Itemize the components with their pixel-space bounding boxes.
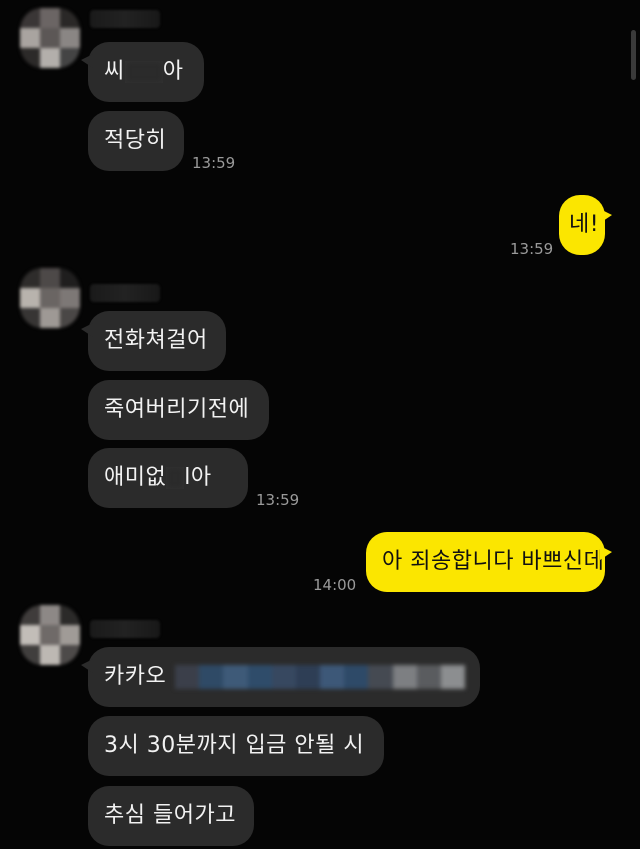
chat-area: 씨아 적당히 13:59 네! 13:59 전화쳐걸어 죽여버리기전에 애미없 l… [0, 0, 640, 849]
message-timestamp: 13:59 [510, 240, 554, 258]
sender-name-redacted [90, 284, 160, 302]
received-message[interactable]: 3시 30분까지 입금 안될 시 [88, 716, 384, 776]
scrollbar[interactable] [631, 30, 636, 80]
message-timestamp: 14:00 [313, 576, 357, 594]
received-message[interactable]: 애미없 l아 [88, 448, 248, 508]
received-message[interactable]: 전화쳐걸어 [81, 311, 226, 371]
received-message[interactable]: 추심 들어가고 [88, 786, 254, 846]
message-timestamp: 13:59 [192, 154, 236, 172]
message-timestamp: 13:59 [256, 491, 300, 509]
sent-message[interactable]: 네! [559, 195, 612, 255]
redaction-blur [124, 61, 163, 83]
sender-avatar[interactable] [20, 605, 80, 665]
redaction-blur [166, 467, 185, 489]
sent-message[interactable]: 아 죄송합니다 바쁘신데 [366, 532, 612, 592]
redaction-blur [175, 665, 466, 689]
sender-name-redacted [90, 10, 160, 28]
sender-avatar[interactable] [20, 8, 80, 68]
sender-avatar[interactable] [20, 268, 80, 328]
received-message[interactable]: 씨아 [81, 42, 204, 102]
received-message[interactable]: 죽여버리기전에 [88, 380, 269, 440]
received-message[interactable]: 적당히 [88, 111, 184, 171]
sender-name-redacted [90, 620, 160, 638]
